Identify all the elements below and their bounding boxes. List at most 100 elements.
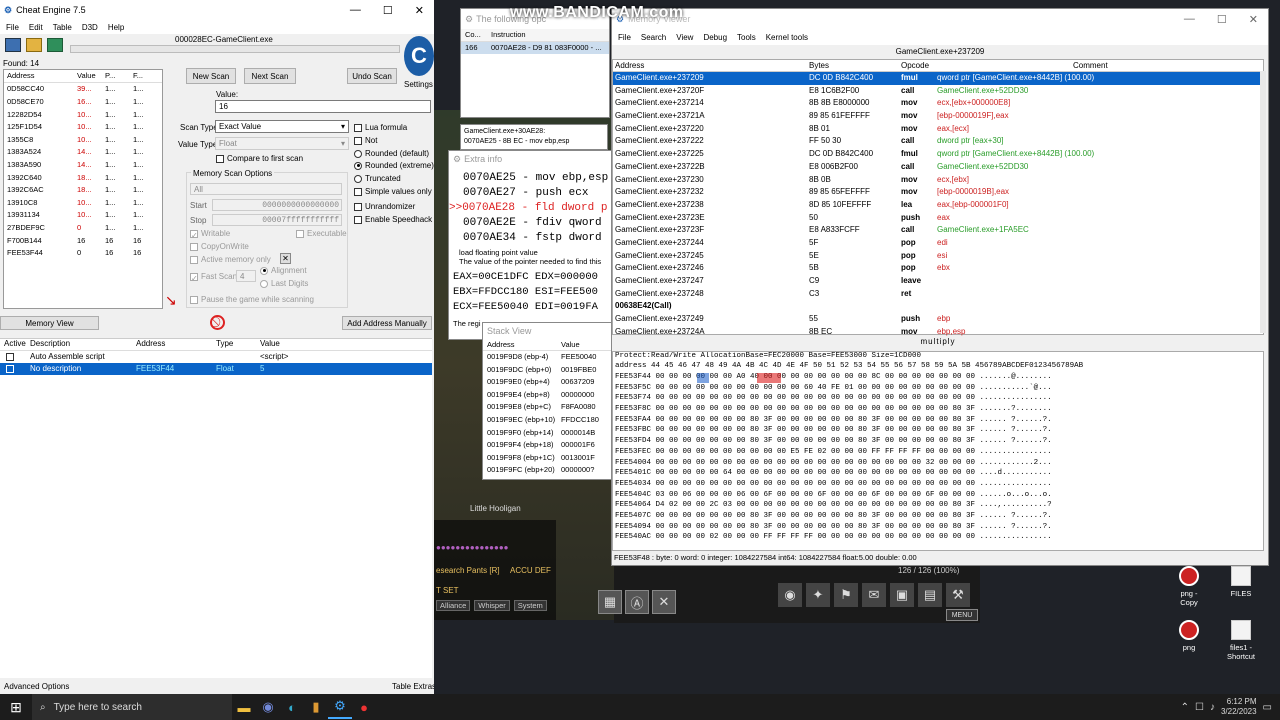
stack-row[interactable]: 0019F9EC (ebp+10) FFDCC180 [483,414,611,427]
chevron-up-icon[interactable]: ⌃ [1181,702,1189,713]
found-list-column-header[interactable]: Value [74,71,102,80]
action-slot-icon[interactable]: ◉ [778,583,802,607]
disassembler-row[interactable]: GameClient.exe+237248 C3 ret [613,288,1263,301]
disassembler-row[interactable]: GameClient.exe+237230 8B 0B mov ecx,[ebx] [613,174,1263,187]
hex-row[interactable]: FEE53FA4 00 00 00 00 00 00 00 80 3F 00 0… [613,416,1263,427]
fast-scan-checkbox[interactable]: ✓ Fast Scan [190,272,237,283]
desktop-icon[interactable]: png [1174,620,1204,652]
desktop-icon[interactable]: files1 - Shortcut [1226,620,1256,661]
advanced-options-link[interactable]: Advanced Options [4,682,69,691]
not-checkbox[interactable]: Not [354,136,377,145]
compare-first-checkbox[interactable]: Compare to first scan [216,154,303,163]
found-list-row[interactable]: 13910C8 10... 1... 1... [4,196,162,209]
hex-row[interactable]: FEE53F8C 00 00 00 00 00 00 00 00 00 00 0… [613,405,1263,416]
memview-menu-item[interactable]: Search [641,33,666,42]
add-to-list-arrow-icon[interactable]: ↘ [165,292,177,309]
clear-memory-icon[interactable]: ✕ [280,253,291,264]
close-button[interactable]: ✕ [415,4,424,17]
disassembler-row[interactable]: GameClient.exe+23721A 89 85 61FEFFFF mov [e… [613,110,1263,123]
new-scan-button[interactable]: New Scan [186,68,236,84]
found-list-column-header[interactable]: P... [102,71,130,80]
skill-slot-icon[interactable]: ▦ [598,590,622,614]
action-slot-icon[interactable]: ▣ [890,583,914,607]
stack-row[interactable]: 0019F9D8 (ebp-4) FEE50040 [483,351,611,364]
start-address-input[interactable]: 0000000000000000 [212,199,342,211]
table-extras-link[interactable]: Table Extras [392,682,436,691]
desktop-icon[interactable]: png - Copy [1174,566,1204,607]
found-list-row[interactable]: 1355C8 10... 1... 1... [4,133,162,146]
found-list-column-header[interactable]: Address [4,71,74,80]
rounded-extreme-radio[interactable]: Rounded (extreme) [354,161,434,170]
value-input[interactable]: 16 [215,100,431,113]
disassembler-row[interactable]: GameClient.exe+23723F E8 A833FCFF call Game… [613,224,1263,237]
disassembler-row[interactable]: GameClient.exe+237247 C9 leave [613,275,1263,288]
minimize-button[interactable]: — [350,4,361,17]
ce-menu-item[interactable]: Edit [29,23,43,32]
action-slot-icon[interactable]: ⚒ [946,583,970,607]
scan-type-select[interactable]: Exact Value ▾ [215,120,349,133]
lua-formula-checkbox[interactable]: Lua formula [354,123,407,132]
network-icon[interactable]: ☐ [1195,702,1204,713]
hex-row[interactable]: FEE54034 00 00 00 00 00 00 00 00 00 00 0… [613,480,1263,491]
truncated-radio[interactable]: Truncated [354,174,401,183]
found-list-row[interactable]: 27BDEF9C 0 1... 1... [4,221,162,234]
memview-menu-item[interactable]: Tools [737,33,756,42]
hex-row[interactable]: FEE54004 00 00 00 00 00 00 00 00 00 00 0… [613,459,1263,470]
found-list-row[interactable]: 1392C640 18... 1... 1... [4,171,162,184]
ce-menu-item[interactable]: File [6,23,19,32]
simple-values-checkbox[interactable]: Simple values only [354,187,432,196]
opcode-column-header[interactable]: Instruction [491,30,601,39]
disassembler-row[interactable]: GameClient.exe+237249 55 push ebp [613,313,1263,326]
found-list-row[interactable]: FEE53F44 0 16 16 [4,246,162,259]
stack-column-header[interactable]: Address [487,340,515,349]
disassembler-row[interactable]: GameClient.exe+237238 8D 85 10FEFFFF lea ea… [613,199,1263,212]
settings-link[interactable]: Settings [404,80,433,89]
active-checkbox[interactable] [6,353,14,361]
disassembler-row[interactable]: GameClient.exe+237246 5B pop ebx [613,262,1263,275]
disassembler-row[interactable]: GameClient.exe+237232 89 85 65FEFFFF mov [e… [613,186,1263,199]
action-slot-icon[interactable]: ✦ [806,583,830,607]
action-slot-icon[interactable]: ✉ [862,583,886,607]
maximize-button[interactable]: ☐ [383,4,393,17]
undo-scan-button[interactable]: Undo Scan [347,68,397,84]
hex-row[interactable]: FEE54094 00 00 00 00 00 00 00 80 3F 00 0… [613,523,1263,534]
action-slot-icon[interactable]: ⚑ [834,583,858,607]
maximize-button[interactable]: ☐ [1217,13,1227,26]
action-slot-icon[interactable]: ▤ [918,583,942,607]
found-list-row[interactable]: F700B144 16 16 16 [4,234,162,247]
disassembler-row[interactable]: GameClient.exe+237225 DC 0D B842C400 fmul q… [613,148,1263,161]
start-button[interactable]: ⊞ [0,695,32,719]
active-checkbox[interactable] [6,365,14,373]
memview-menu-item[interactable]: File [618,33,631,42]
hex-row[interactable]: FEE53F74 00 00 00 00 00 00 00 00 00 00 0… [613,394,1263,405]
stack-row[interactable]: 0019F9DC (ebp+0) 0019FBE0 [483,364,611,377]
game-chat-tab[interactable]: Alliance [436,600,471,611]
writable-checkbox[interactable]: ✓ Writable [190,229,230,240]
opcode-row[interactable]: 166 0070AE28 - D9 81 083F0000 - ... [461,41,609,55]
desktop-icon[interactable]: FILES [1226,566,1256,598]
disassembler-row[interactable]: GameClient.exe+237245 5E pop esi [613,250,1263,263]
value-type-select[interactable]: Float ▾ [215,137,349,150]
found-list-row[interactable]: 1383A590 14... 1... 1... [4,158,162,171]
hex-row[interactable]: FEE53FBC 00 00 00 00 00 00 00 80 3F 00 0… [613,426,1263,437]
clock-date[interactable]: 3/22/2023 [1221,707,1257,717]
stack-row[interactable]: 0019F9F8 (ebp+1C) 0013001F [483,452,611,465]
bandicam-icon[interactable]: ● [352,695,376,719]
hex-row[interactable]: FEE53FEC 00 00 00 00 00 00 00 00 00 00 E… [613,448,1263,459]
open-file-icon[interactable] [26,38,42,52]
clock-time[interactable]: 6:12 PM [1221,697,1257,707]
close-button[interactable]: ✕ [1249,13,1258,26]
hex-row[interactable]: FEE5404C 03 00 06 00 00 00 06 00 6F 00 0… [613,491,1263,502]
active-memory-checkbox[interactable]: Active memory only [190,255,271,264]
skill-slot-icon[interactable]: Ⓐ [625,590,649,614]
stack-row[interactable]: 0019F9E0 (ebp+4) 00637209 [483,376,611,389]
address-table-row[interactable]: No description FEE53F44 Float 5 [0,363,432,375]
opcode-column-header[interactable]: Co... [465,30,491,39]
open-process-icon[interactable] [5,38,21,52]
volume-icon[interactable]: ♪ [1210,702,1215,713]
ce-menu-item[interactable]: Table [53,23,72,32]
disassembler-column-header[interactable]: Opcode [901,61,929,70]
found-list-column-header[interactable]: F... [130,71,158,80]
found-list-row[interactable]: 12282D54 10... 1... 1... [4,108,162,121]
disassembler-column-header[interactable]: Comment [1073,61,1108,70]
